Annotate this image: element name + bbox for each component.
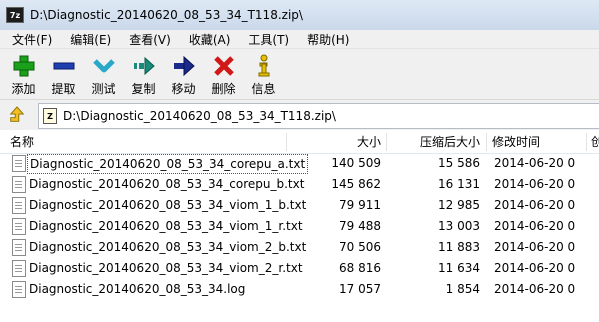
address-path: D:\Diagnostic_20140620_08_53_34_T118.zip… [63, 109, 336, 123]
text-file-icon [12, 218, 26, 235]
file-row[interactable]: Diagnostic_20140620_08_53_34_viom_2_r.tx… [0, 258, 599, 279]
file-packed-size: 11 634 [438, 261, 480, 275]
text-file-icon [12, 155, 26, 172]
address-bar: Z D:\Diagnostic_20140620_08_53_34_T118.z… [0, 100, 599, 130]
file-modified: 2014-06-20 0 [494, 177, 576, 191]
address-field[interactable]: Z D:\Diagnostic_20140620_08_53_34_T118.z… [38, 103, 599, 129]
add-icon [13, 55, 34, 77]
menu-favorites[interactable]: 收藏(A) [189, 31, 231, 48]
file-name: Diagnostic_20140620_08_53_34_corepu_b.tx… [29, 177, 305, 191]
file-packed-size: 12 985 [438, 198, 480, 212]
file-list: Diagnostic_20140620_08_53_34_corepu_a.tx… [0, 153, 599, 300]
file-packed-size: 13 003 [438, 219, 480, 233]
file-size: 79 911 [339, 198, 381, 212]
move-icon [173, 55, 195, 77]
delete-button[interactable]: 删除 [204, 49, 243, 97]
menu-file[interactable]: 文件(F) [12, 31, 52, 48]
column-created[interactable]: 创 [591, 131, 599, 153]
file-row[interactable]: Diagnostic_20140620_08_53_34_viom_1_r.tx… [0, 216, 599, 237]
file-size: 79 488 [339, 219, 381, 233]
up-arrow-icon [9, 106, 25, 122]
test-label: 测试 [91, 82, 116, 96]
file-row[interactable]: Diagnostic_20140620_08_53_34_viom_2_b.tx… [0, 237, 599, 258]
menu-help[interactable]: 帮助(H) [307, 31, 349, 48]
move-button[interactable]: 移动 [164, 49, 203, 97]
file-size: 70 506 [339, 240, 381, 254]
add-button[interactable]: 添加 [4, 49, 43, 97]
column-modified[interactable]: 修改时间 [492, 131, 540, 153]
column-packed-size[interactable]: 压缩后大小 [386, 131, 480, 153]
delete-label: 删除 [211, 82, 236, 96]
test-icon [92, 59, 115, 73]
file-modified: 2014-06-20 0 [494, 282, 576, 296]
file-packed-size: 1 854 [445, 282, 480, 296]
copy-button[interactable]: 复制 [124, 49, 163, 97]
file-size: 140 509 [331, 156, 381, 170]
file-modified: 2014-06-20 0 [494, 240, 576, 254]
column-separator[interactable] [486, 133, 487, 151]
app-icon: 7z [6, 7, 24, 23]
file-modified: 2014-06-20 0 [494, 261, 576, 275]
file-name: Diagnostic_20140620_08_53_34.log [29, 282, 246, 296]
file-row[interactable]: Diagnostic_20140620_08_53_34_viom_1_b.tx… [0, 195, 599, 216]
file-name: Diagnostic_20140620_08_53_34_corepu_a.tx… [27, 154, 309, 174]
column-size[interactable]: 大小 [286, 131, 381, 153]
file-name: Diagnostic_20140620_08_53_34_viom_1_r.tx… [29, 219, 303, 233]
text-file-icon [12, 176, 26, 193]
file-size: 17 057 [339, 282, 381, 296]
window-title: D:\Diagnostic_20140620_08_53_34_T118.zip… [30, 8, 303, 22]
file-name: Diagnostic_20140620_08_53_34_viom_2_r.tx… [29, 261, 303, 275]
extract-icon [53, 62, 74, 70]
file-row[interactable]: Diagnostic_20140620_08_53_34.log 17 057 … [0, 279, 599, 300]
delete-icon [213, 56, 234, 76]
zip-icon: Z [43, 108, 57, 124]
column-name[interactable]: 名称 [10, 131, 34, 153]
file-size: 145 862 [331, 177, 381, 191]
text-file-icon [12, 260, 26, 277]
file-packed-size: 11 883 [438, 240, 480, 254]
menu-tools[interactable]: 工具(T) [248, 31, 289, 48]
file-row[interactable]: Diagnostic_20140620_08_53_34_corepu_b.tx… [0, 174, 599, 195]
file-name: Diagnostic_20140620_08_53_34_viom_1_b.tx… [29, 198, 307, 212]
file-modified: 2014-06-20 0 [494, 198, 576, 212]
copy-icon [133, 56, 155, 76]
file-modified: 2014-06-20 0 [494, 156, 576, 170]
menu-view[interactable]: 查看(V) [129, 31, 171, 48]
column-separator[interactable] [586, 133, 587, 151]
title-bar: 7z D:\Diagnostic_20140620_08_53_34_T118.… [0, 0, 599, 30]
extract-label: 提取 [51, 82, 76, 96]
move-label: 移动 [171, 82, 196, 96]
file-row[interactable]: Diagnostic_20140620_08_53_34_corepu_a.tx… [0, 153, 599, 174]
text-file-icon [12, 281, 26, 298]
menu-edit[interactable]: 编辑(E) [70, 31, 111, 48]
file-packed-size: 15 586 [438, 156, 480, 170]
toolbar: 添加 提取 测试 复制 移动 删除 信息 [0, 49, 599, 100]
copy-label: 复制 [131, 82, 156, 96]
column-header: 名称 大小 压缩后大小 修改时间 创 [0, 131, 599, 154]
file-packed-size: 16 131 [438, 177, 480, 191]
file-name: Diagnostic_20140620_08_53_34_viom_2_b.tx… [29, 240, 307, 254]
file-modified: 2014-06-20 0 [494, 219, 576, 233]
add-label: 添加 [11, 82, 36, 96]
menu-bar: 文件(F) 编辑(E) 查看(V) 收藏(A) 工具(T) 帮助(H) [0, 30, 599, 49]
text-file-icon [12, 197, 26, 214]
extract-button[interactable]: 提取 [44, 49, 83, 97]
info-icon [258, 54, 269, 77]
info-label: 信息 [251, 82, 276, 96]
test-button[interactable]: 测试 [84, 49, 123, 97]
info-button[interactable]: 信息 [244, 49, 283, 97]
text-file-icon [12, 239, 26, 256]
up-folder-button[interactable] [6, 104, 28, 126]
file-size: 68 816 [339, 261, 381, 275]
